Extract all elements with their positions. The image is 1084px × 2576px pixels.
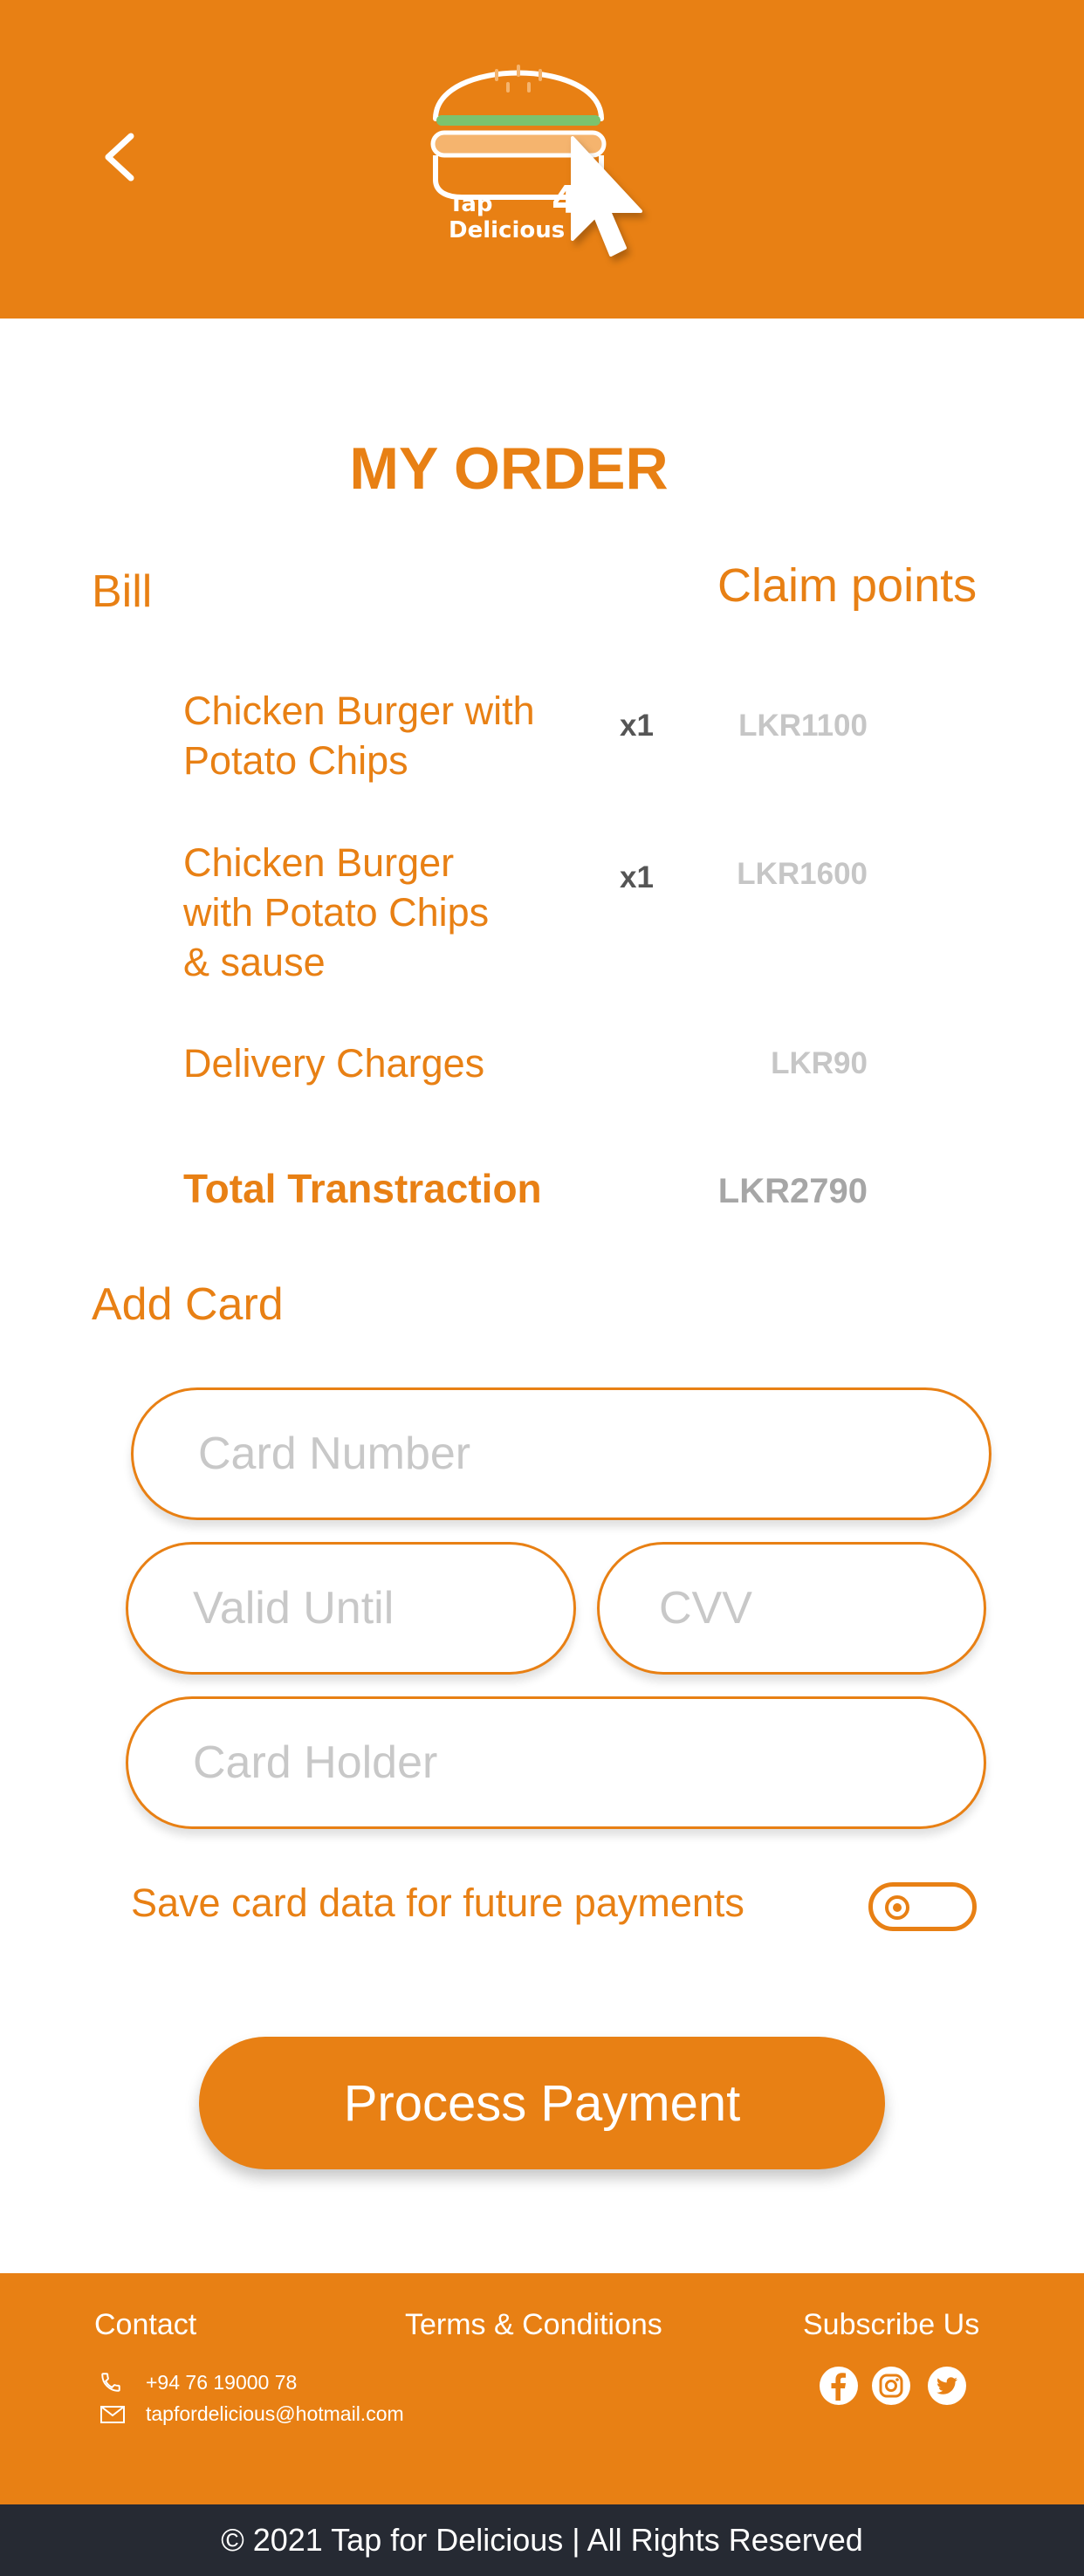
order-item-1-name: Chicken Burger with Potato Chips [183, 686, 535, 785]
instagram-icon[interactable] [871, 2366, 911, 2406]
footer: Contact Terms & Conditions Subscribe Us … [0, 2273, 1084, 2504]
order-item-2-qty: x1 [620, 860, 654, 894]
order-item-1-price: LKR1100 [738, 709, 868, 743]
footer-email[interactable]: tapfordelicious@hotmail.com [146, 2402, 404, 2426]
cvv-input[interactable] [600, 1545, 984, 1672]
app-logo: Tap Delicious 4 [422, 31, 658, 276]
footer-contact-heading: Contact [94, 2308, 197, 2341]
order-item-1-name-line: Chicken Burger with [183, 689, 535, 733]
order-item-2-name-line: with Potato Chips [183, 890, 490, 935]
phone-icon [101, 2373, 120, 2392]
page-title: MY ORDER [349, 435, 669, 502]
cvv-field [597, 1542, 986, 1675]
facebook-icon[interactable] [819, 2366, 859, 2406]
card-holder-input[interactable] [128, 1699, 984, 1826]
order-item-1-qty: x1 [620, 709, 654, 743]
valid-until-field [126, 1542, 576, 1675]
logo-number: 4 [552, 178, 579, 223]
back-chevron-icon[interactable] [87, 122, 157, 192]
logo-text-line2: Delicious [449, 217, 566, 243]
copyright-text: © 2021 Tap for Delicious | All Rights Re… [221, 2522, 863, 2558]
twitter-icon[interactable] [927, 2366, 967, 2406]
copyright-bar: © 2021 Tap for Delicious | All Rights Re… [0, 2504, 1084, 2576]
card-number-field [131, 1387, 991, 1520]
total-price: LKR2790 [717, 1172, 868, 1210]
toggle-knob [885, 1895, 909, 1920]
terms-link[interactable]: Terms & Conditions [405, 2308, 662, 2342]
card-holder-field [126, 1696, 986, 1829]
save-card-label: Save card data for future payments [131, 1881, 744, 1925]
valid-until-input[interactable] [128, 1545, 573, 1672]
order-item-2-price: LKR1600 [737, 857, 868, 891]
footer-subscribe-heading: Subscribe Us [803, 2308, 980, 2341]
delivery-charges-label: Delivery Charges [183, 1041, 485, 1086]
claim-points-link[interactable]: Claim points [717, 558, 977, 613]
order-item-2-name-line: Chicken Burger [183, 840, 455, 885]
app-header: Tap Delicious 4 [0, 0, 1084, 319]
logo-text-line1: Tap [449, 191, 493, 217]
delivery-charges-price: LKR90 [771, 1046, 868, 1080]
bill-label: Bill [92, 566, 153, 617]
footer-phone: +94 76 19000 78 [146, 2371, 298, 2394]
order-item-2-name-line: & sause [183, 940, 326, 984]
order-item-2-name: Chicken Burger with Potato Chips & sause [183, 838, 489, 987]
save-card-toggle[interactable] [868, 1882, 977, 1931]
process-payment-button[interactable]: Process Payment [199, 2037, 885, 2169]
mail-icon [100, 2406, 125, 2423]
order-item-1-name-line: Potato Chips [183, 738, 408, 783]
total-label: Total Transtraction [183, 1166, 542, 1211]
add-card-heading: Add Card [92, 1279, 284, 1330]
card-number-input[interactable] [134, 1390, 989, 1518]
